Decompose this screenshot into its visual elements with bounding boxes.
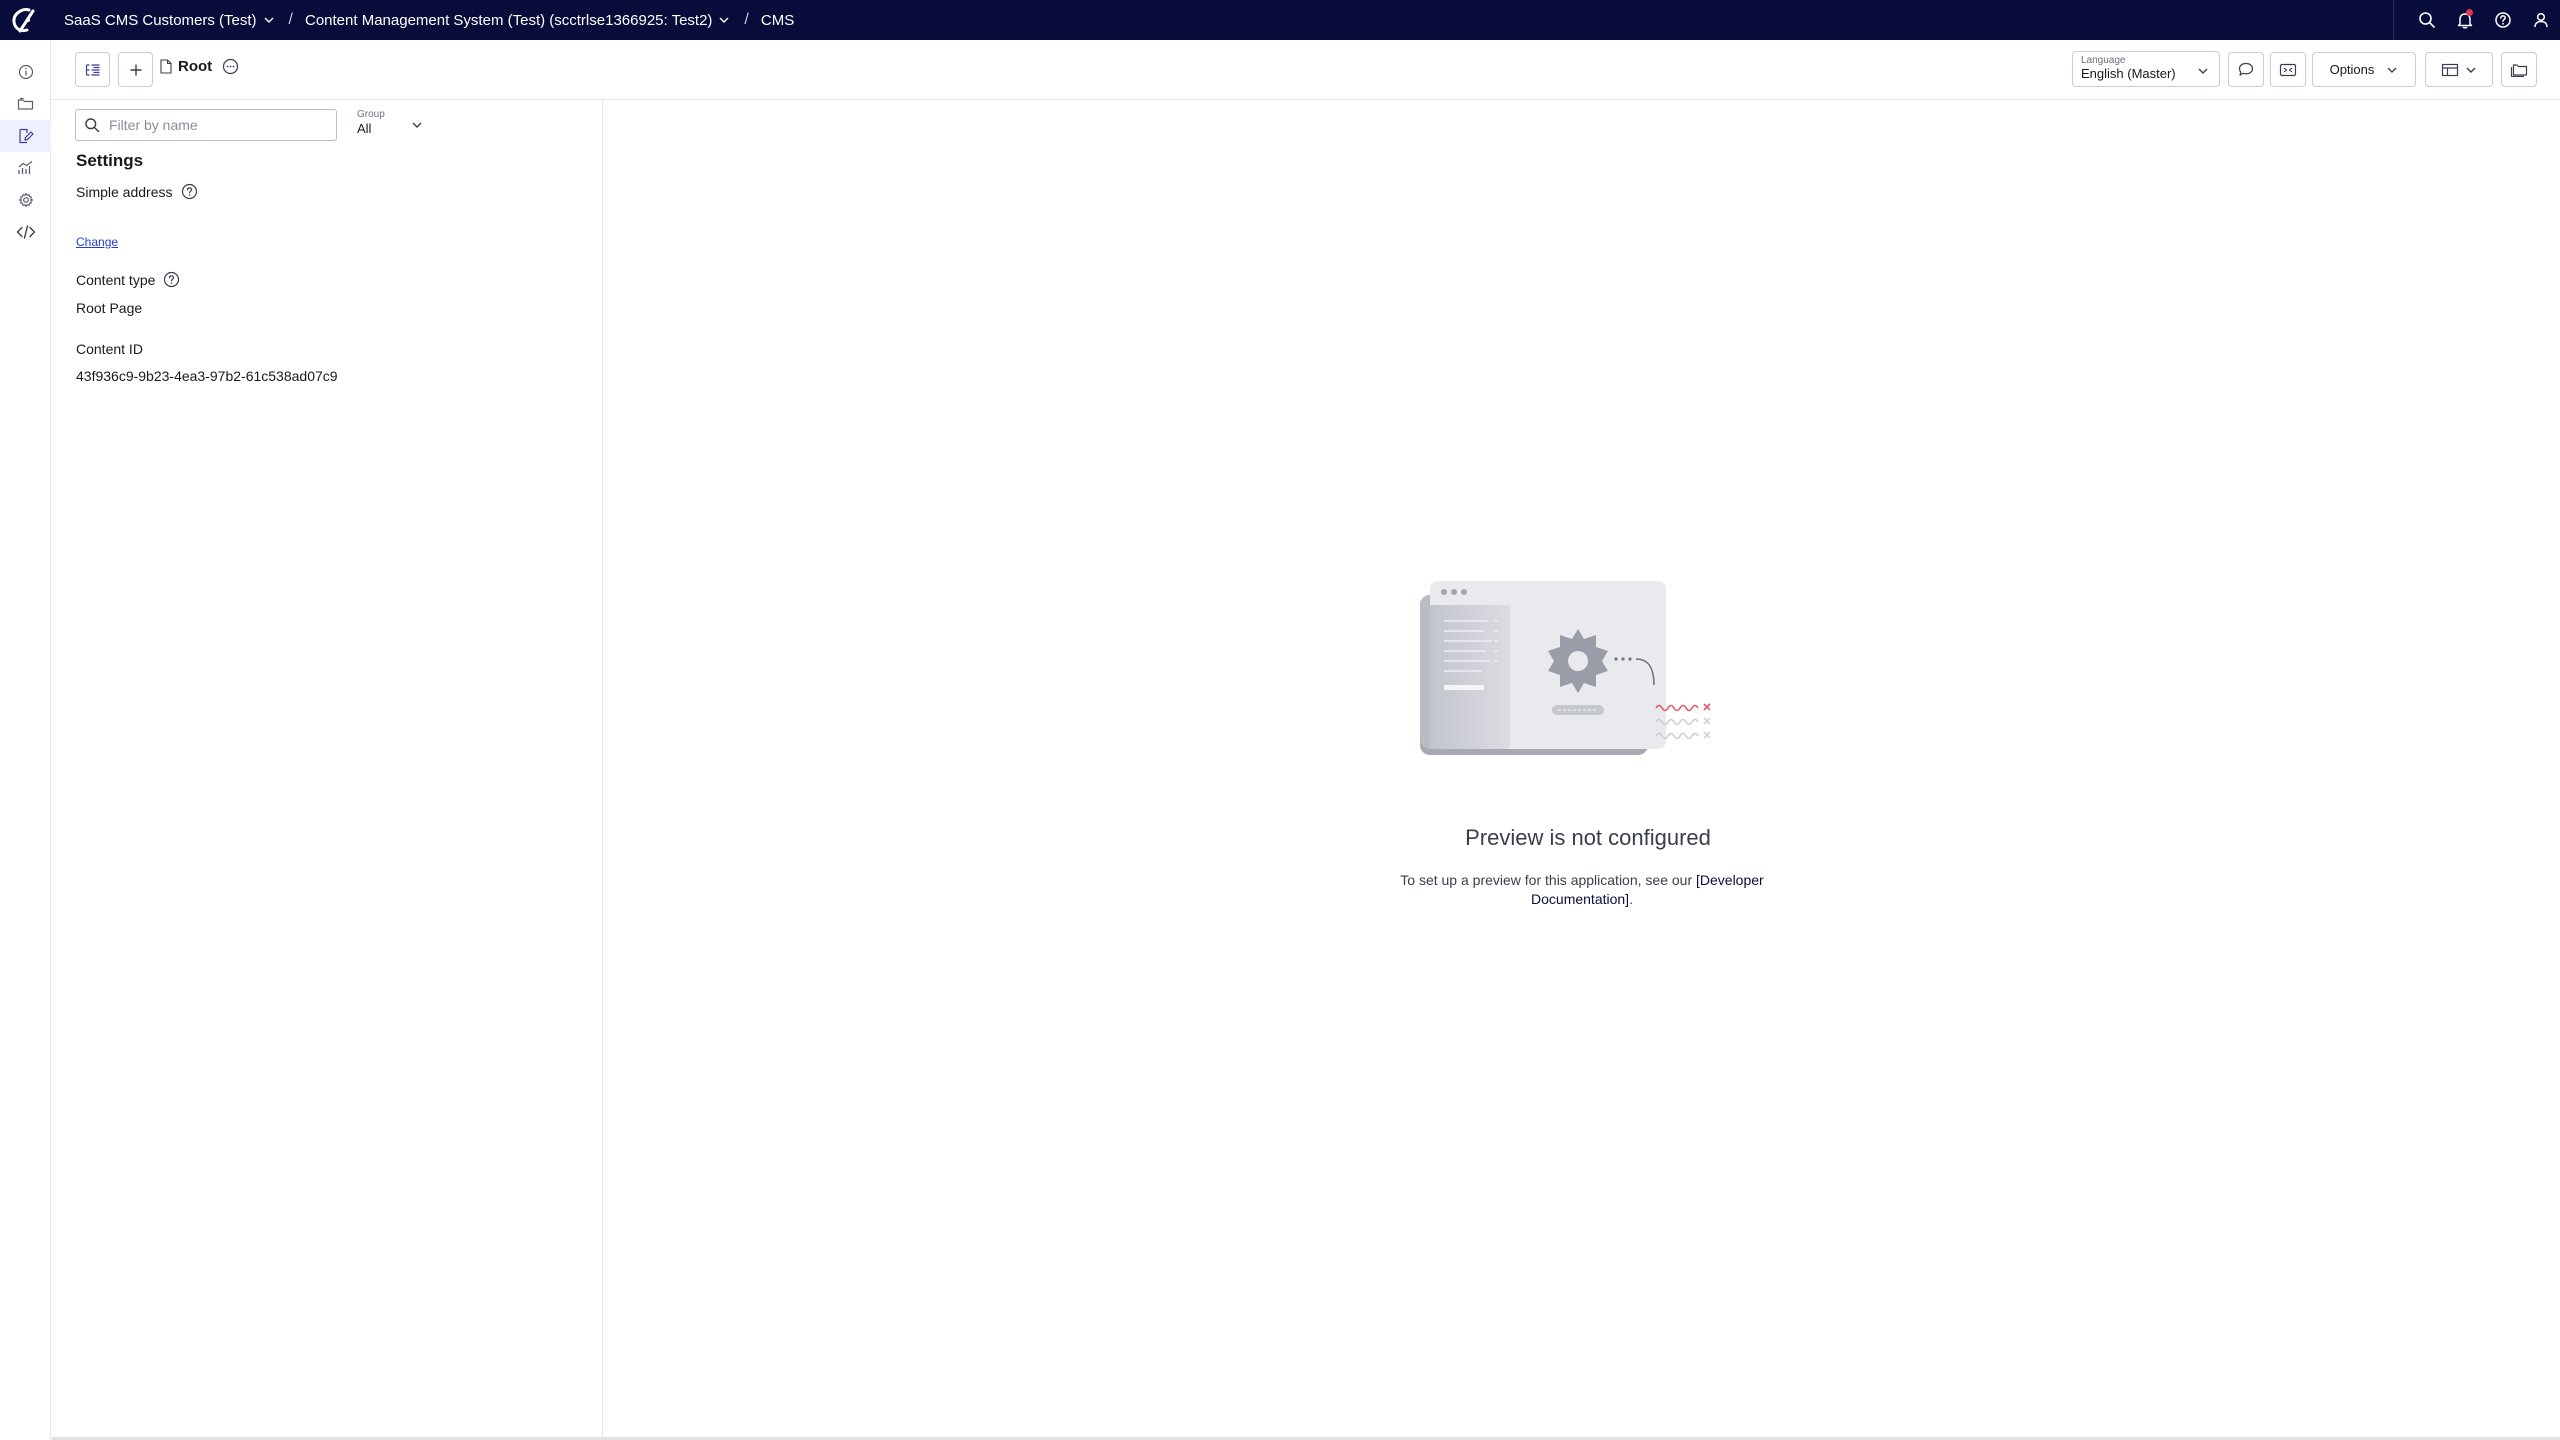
tree-toggle-button[interactable] — [75, 52, 110, 87]
top-bar: SaaS CMS Customers (Test) / Content Mana… — [0, 0, 2560, 40]
rail-item-developer[interactable] — [0, 216, 51, 248]
plus-icon — [130, 64, 141, 75]
breadcrumb-separator: / — [288, 11, 293, 28]
analytics-icon — [18, 161, 33, 174]
page-icon — [160, 59, 172, 74]
options-button[interactable]: Options — [2312, 52, 2416, 87]
content-type-value: Root Page — [76, 300, 143, 316]
app-logo-icon[interactable] — [0, 0, 46, 40]
preview-empty-title: Preview is not configured — [1465, 825, 1711, 850]
content-id-label: Content ID — [76, 341, 143, 357]
language-label: Language — [2081, 55, 2126, 66]
folder-icon — [17, 97, 34, 110]
layout-icon — [2441, 63, 2459, 76]
search-icon — [85, 118, 100, 133]
user-icon[interactable] — [2522, 0, 2560, 40]
breadcrumb-label: CMS — [760, 11, 795, 29]
search-icon[interactable] — [2408, 0, 2446, 40]
divider — [2393, 0, 2394, 40]
rail-item-settings[interactable] — [0, 184, 51, 216]
section-title: Settings — [76, 151, 144, 170]
help-icon[interactable] — [181, 183, 198, 200]
breadcrumb-instance[interactable]: Content Management System (Test) (scctrl… — [305, 12, 730, 29]
settings-panel: Group All Settings Simple address Change… — [52, 101, 603, 1440]
comment-icon — [2238, 62, 2254, 76]
assets-panel-button[interactable] — [2501, 52, 2537, 87]
chevron-down-icon — [2386, 64, 2398, 76]
filter-field[interactable] — [75, 109, 337, 141]
options-label: Options — [2329, 62, 2375, 77]
add-content-button[interactable] — [118, 52, 153, 87]
preview-text-before: To set up a preview for this application… — [1400, 872, 1696, 888]
simple-address-label: Simple address — [76, 183, 198, 200]
rail-item-assets[interactable] — [0, 88, 51, 120]
rail-item-info[interactable] — [0, 56, 51, 88]
preview-text-after: . — [1629, 891, 1633, 907]
compare-button[interactable] — [2270, 52, 2306, 87]
group-select[interactable]: Group All — [357, 108, 423, 142]
top-bar-actions — [2393, 0, 2560, 40]
change-address-link[interactable]: Change — [76, 235, 118, 249]
folders-icon — [2510, 64, 2528, 77]
preview-empty-text: To set up a preview for this application… — [1372, 871, 1792, 909]
code-icon — [16, 225, 35, 239]
compare-icon — [2279, 63, 2297, 76]
content-id-value: 43f936c9-9b23-4ea3-97b2-61c538ad07c9 — [76, 368, 338, 384]
language-select[interactable]: Language English (Master) — [2072, 51, 2220, 87]
chevron-down-icon — [411, 118, 423, 136]
field-label-text: Content type — [76, 271, 156, 288]
breadcrumb-label: Content Management System (Test) (scctrl… — [305, 11, 713, 29]
comments-button[interactable] — [2228, 52, 2264, 87]
rail-item-edit[interactable] — [0, 120, 51, 152]
layout-select-button[interactable] — [2425, 52, 2493, 87]
breadcrumb-organization[interactable]: SaaS CMS Customers (Test) — [64, 12, 275, 29]
more-options-icon[interactable] — [222, 58, 239, 75]
preview-area: Preview is not configured To set up a pr… — [604, 101, 2560, 1440]
preview-not-configured-illustration — [1420, 581, 1711, 755]
chevron-down-icon — [263, 14, 275, 26]
bell-icon[interactable] — [2446, 0, 2484, 40]
navigation-rail — [0, 40, 51, 1440]
chevron-down-icon — [718, 14, 730, 26]
help-icon[interactable] — [2484, 0, 2522, 40]
tree-icon — [85, 63, 99, 76]
chevron-down-icon — [2465, 64, 2477, 76]
rail-item-analytics[interactable] — [0, 152, 51, 184]
info-icon — [18, 64, 33, 80]
breadcrumb-app[interactable]: CMS — [761, 12, 794, 29]
gear-icon — [18, 192, 33, 208]
edit-icon — [19, 128, 34, 144]
content-title: Root — [160, 58, 239, 75]
breadcrumb-separator: / — [744, 11, 749, 28]
editor-toolbar: Root Language English (Master) Options — [52, 40, 2560, 100]
help-icon[interactable] — [163, 271, 180, 288]
filter-input[interactable] — [107, 116, 317, 134]
field-label-text: Content ID — [76, 341, 143, 357]
language-value: English (Master) — [2081, 66, 2176, 81]
notification-badge — [2466, 9, 2473, 16]
content-type-label: Content type — [76, 271, 180, 288]
chevron-down-icon — [2197, 64, 2209, 82]
page-title: Root — [178, 58, 213, 75]
breadcrumb-label: SaaS CMS Customers (Test) — [64, 11, 257, 29]
field-label-text: Simple address — [76, 183, 173, 200]
